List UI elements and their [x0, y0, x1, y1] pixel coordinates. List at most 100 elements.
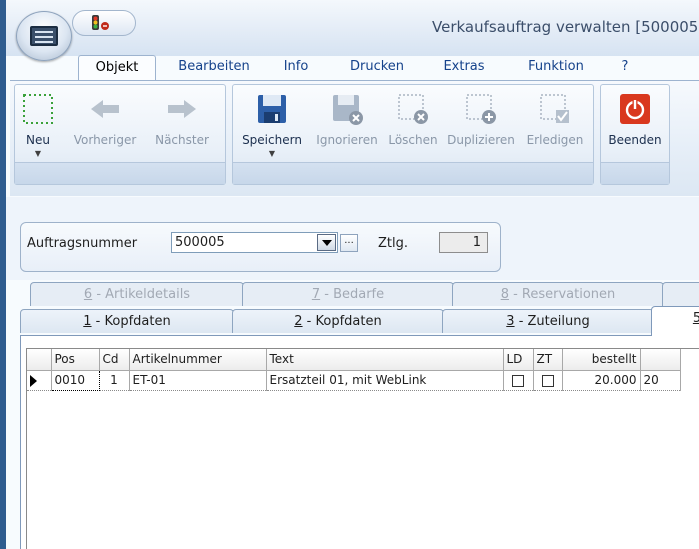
cell-cd[interactable]: 1 [99, 370, 130, 391]
tab-funktion[interactable]: Funktion [520, 55, 592, 81]
naechster-label: Nächster [155, 133, 209, 147]
tab-bedarfe[interactable]: 7 - Bedarfe [242, 282, 454, 306]
ld-checkbox[interactable] [512, 374, 524, 387]
table-row[interactable]: 0010 1 ET-01 Ersatzteil 01, mit WebLink … [27, 369, 681, 391]
vorheriger-label: Vorheriger [73, 133, 137, 147]
cell-zt[interactable] [533, 370, 563, 391]
discard-disk-icon [333, 95, 363, 125]
tab-label: - Kopfdaten [302, 314, 382, 329]
ribbon-group-navigation: Neu ▼ Vorheriger Nächster [14, 84, 226, 185]
chevron-down-icon[interactable] [317, 234, 336, 251]
cell-text[interactable]: Ersatzteil 01, mit WebLink [266, 370, 504, 391]
positions-table: Pos Cd Artikelnummer Text LD ZT bestellt… [27, 349, 681, 391]
column-header-ld[interactable]: LD [503, 349, 534, 371]
application-window: Verkaufsauftrag verwalten [500005] Objek… [0, 0, 699, 549]
tab-positionen-active[interactable]: 5 [651, 306, 699, 336]
order-number-value: 500005 [175, 235, 225, 250]
column-header-bestellt[interactable]: bestellt [562, 349, 641, 371]
ribbon-tab-bar: Objekt Bearbeiten Info Drucken Extras Fu… [6, 52, 699, 81]
tab-label: - Reservationen [508, 287, 616, 302]
ignorieren-label: Ignorieren [316, 133, 378, 147]
tab-kopfdaten-2[interactable]: 2 - Kopfdaten [232, 309, 444, 333]
chevron-down-icon[interactable]: ▼ [19, 149, 57, 158]
order-lookup-button[interactable]: ... [340, 234, 358, 252]
tab-zuteilung[interactable]: 3 - Zuteilung [442, 309, 654, 333]
cell-ld[interactable] [503, 370, 534, 391]
app-menu-icon [30, 26, 58, 46]
speichern-button[interactable]: Speichern ▼ [237, 91, 307, 158]
beenden-button[interactable]: Beenden [603, 91, 667, 147]
ribbon-group-footer [15, 162, 225, 184]
tab-key: 5 [671, 311, 699, 326]
ribbon: Neu ▼ Vorheriger Nächster Speichern ▼ Ig… [10, 80, 699, 196]
naechster-button[interactable]: Nächster [149, 91, 215, 147]
speichern-label: Speichern [242, 133, 302, 147]
tab-hidden[interactable] [662, 282, 699, 306]
order-number-label: Auftragsnummer [27, 236, 138, 251]
save-disk-icon [258, 95, 286, 123]
window-title: Verkaufsauftrag verwalten [500005] [432, 18, 699, 36]
traffic-light-icon[interactable] [90, 14, 112, 32]
tab-artikeldetails[interactable]: 6 - Artikeldetails [30, 282, 244, 306]
beenden-label: Beenden [608, 133, 662, 147]
ribbon-group-exit: Beenden [600, 84, 670, 185]
tab-bearbeiten[interactable]: Bearbeiten [168, 55, 260, 81]
ribbon-group-footer [233, 162, 593, 184]
tab-objekt[interactable]: Objekt [78, 55, 156, 81]
duplicate-icon [466, 94, 496, 124]
complete-check-icon [540, 94, 569, 123]
row-selector[interactable] [27, 370, 52, 391]
tab-kopfdaten-1[interactable]: 1 - Kopfdaten [20, 309, 234, 333]
ztlg-label: Ztlg. [378, 236, 408, 251]
tab-label: - Bedarfe [320, 287, 385, 302]
loeschen-button[interactable]: Löschen [385, 91, 441, 147]
loeschen-label: Löschen [388, 133, 438, 147]
tab-key: 2 [294, 314, 303, 329]
neu-label: Neu [26, 133, 50, 147]
ribbon-group-record: Speichern ▼ Ignorieren Löschen Duplizier… [232, 84, 594, 185]
column-header-pos[interactable]: Pos [51, 349, 100, 371]
zt-checkbox[interactable] [541, 374, 554, 387]
new-document-icon [23, 94, 53, 124]
tab-key: 8 [500, 287, 509, 302]
power-icon [620, 94, 650, 124]
table-header-row: Pos Cd Artikelnummer Text LD ZT bestellt [27, 349, 681, 371]
delete-icon [398, 94, 428, 124]
duplizieren-button[interactable]: Duplizieren [443, 91, 519, 147]
current-row-icon [30, 374, 37, 387]
title-bar: Verkaufsauftrag verwalten [500005] [6, 0, 699, 56]
vorheriger-button[interactable]: Vorheriger [67, 91, 143, 147]
tab-key: 7 [311, 287, 321, 302]
tab-key: 3 [506, 314, 515, 329]
tab-extras[interactable]: Extras [436, 55, 492, 81]
application-menu-button[interactable] [16, 11, 72, 61]
cell-pos[interactable]: 0010 [50, 369, 100, 391]
tab-reservationen[interactable]: 8 - Reservationen [452, 282, 664, 306]
ribbon-group-footer [601, 162, 669, 184]
tab-key: 6 [83, 287, 93, 302]
cell-extra[interactable]: 20 [640, 370, 681, 391]
arrow-right-icon [168, 100, 196, 118]
ztlg-field[interactable]: 1 [439, 232, 488, 253]
erledigen-label: Erledigen [526, 133, 584, 147]
column-header-extra[interactable] [640, 349, 681, 371]
arrow-left-icon [91, 100, 119, 118]
column-header-zt[interactable]: ZT [533, 349, 563, 371]
tab-info[interactable]: Info [274, 55, 318, 81]
chevron-down-icon[interactable]: ▼ [237, 149, 307, 158]
erledigen-button[interactable]: Erledigen [523, 91, 587, 147]
tab-drucken[interactable]: Drucken [342, 55, 412, 81]
cell-artikelnummer[interactable]: ET-01 [129, 370, 267, 391]
cell-bestellt[interactable]: 20.000 [562, 370, 641, 391]
neu-button[interactable]: Neu ▼ [19, 91, 57, 158]
order-number-combobox[interactable]: 500005 [171, 232, 338, 253]
column-header-artikelnummer[interactable]: Artikelnummer [129, 349, 267, 371]
tab-help[interactable]: ? [610, 55, 640, 81]
ignorieren-button[interactable]: Ignorieren [311, 91, 383, 147]
column-header-text[interactable]: Text [266, 349, 504, 371]
duplizieren-label: Duplizieren [447, 133, 515, 147]
tab-label: - Kopfdaten [91, 314, 171, 329]
tab-label: - Artikeldetails [92, 287, 191, 302]
column-header-cd[interactable]: Cd [99, 349, 130, 371]
column-header-selector [27, 349, 52, 371]
